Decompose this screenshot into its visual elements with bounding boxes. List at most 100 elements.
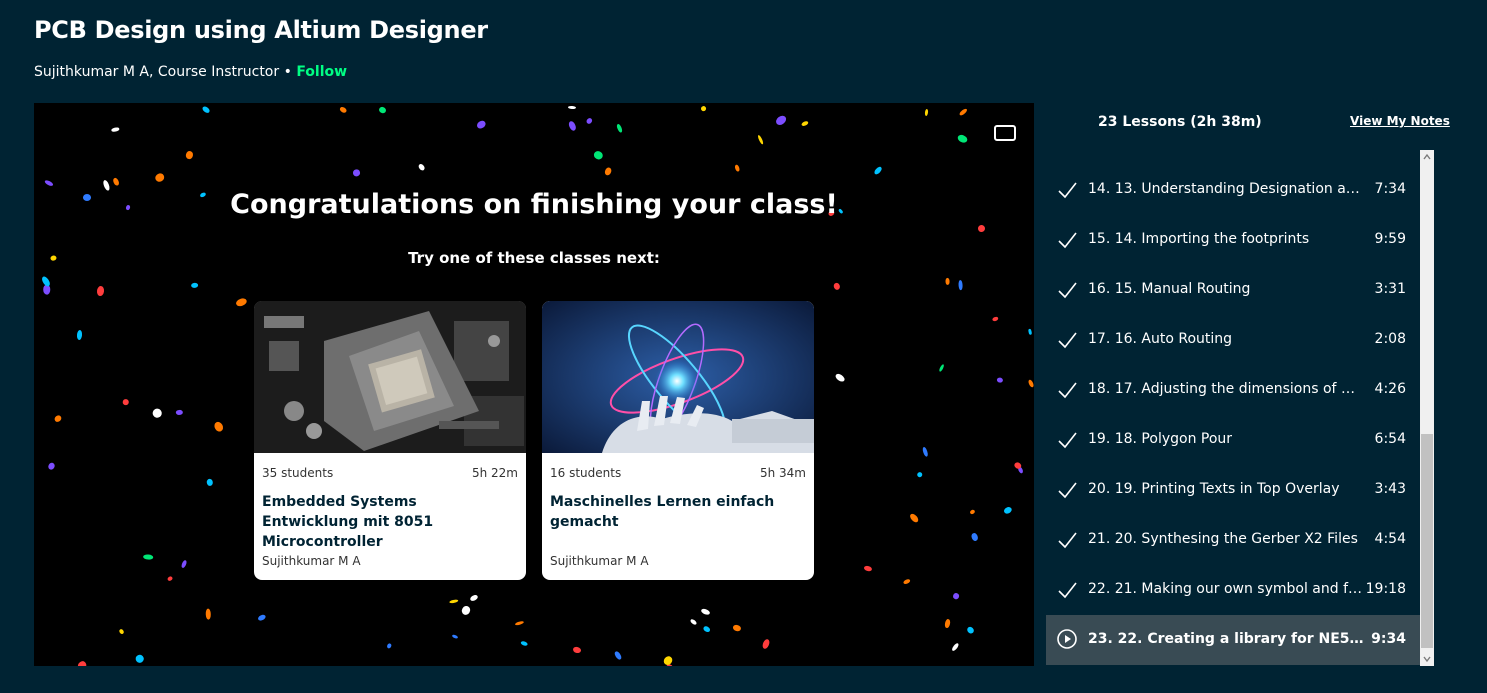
confetti-piece: [44, 179, 55, 188]
confetti-piece: [47, 461, 57, 471]
confetti-piece: [119, 628, 125, 635]
confetti-piece: [756, 134, 764, 146]
confetti-piece: [958, 107, 968, 117]
confetti-piece: [134, 653, 146, 665]
checkmark-icon: [1058, 282, 1077, 299]
play-circle-icon: [1057, 629, 1077, 649]
lesson-item[interactable]: 16. 15. Manual Routing 3:31: [1046, 265, 1420, 315]
follow-button[interactable]: Follow: [296, 64, 347, 80]
lesson-item-current[interactable]: 23. 22. Creating a library for NE555 Tim…: [1046, 615, 1420, 665]
confetti-piece: [801, 120, 810, 127]
confetti-piece: [213, 420, 225, 434]
confetti-piece: [969, 509, 976, 516]
lesson-item[interactable]: 18. 17. Adjusting the dimensions of Hole…: [1046, 365, 1420, 415]
congrats-heading: Congratulations on finishing your class!: [230, 189, 838, 220]
confetti-piece: [734, 163, 741, 172]
lesson-duration: 6:54: [1374, 431, 1406, 447]
class-duration: 5h 34m: [759, 466, 806, 480]
confetti-piece: [970, 532, 979, 542]
confetti-piece: [53, 414, 63, 423]
lesson-scrollbar[interactable]: [1420, 150, 1434, 666]
confetti-piece: [235, 297, 248, 308]
confetti-piece: [951, 592, 960, 601]
lesson-duration: 2:08: [1374, 331, 1406, 347]
lesson-duration: 7:34: [1374, 181, 1406, 197]
confetti-piece: [958, 279, 963, 290]
scroll-down-arrow-icon[interactable]: [1420, 652, 1434, 666]
lesson-duration: 9:59: [1374, 231, 1406, 247]
confetti-piece: [863, 565, 872, 573]
confetti-piece: [773, 113, 788, 127]
confetti-piece: [943, 618, 951, 629]
checkmark-icon: [1058, 432, 1077, 449]
class-duration: 5h 22m: [471, 466, 518, 480]
lesson-duration: 4:54: [1374, 531, 1406, 547]
confetti-piece: [950, 642, 960, 653]
cpu-motherboard-thumbnail: [254, 301, 526, 453]
confetti-piece: [731, 624, 741, 632]
confetti-piece: [167, 575, 174, 582]
lesson-title: 23. 22. Creating a library for NE555 Tim…: [1088, 631, 1364, 647]
lesson-item[interactable]: 21. 20. Synthesing the Gerber X2 Files 4…: [1046, 515, 1420, 565]
confetti-piece: [991, 316, 999, 323]
confetti-piece: [977, 224, 986, 233]
course-title: PCB Design using Altium Designer: [34, 16, 488, 44]
scroll-up-arrow-icon[interactable]: [1420, 150, 1434, 164]
confetti-piece: [832, 282, 841, 291]
confetti-piece: [257, 613, 267, 622]
confetti-piece: [95, 286, 104, 297]
checkmark-icon: [1058, 382, 1077, 399]
card-author[interactable]: Sujithkumar M A: [550, 554, 649, 568]
confetti-piece: [944, 278, 950, 285]
card-title[interactable]: Maschinelles Lernen einfach gemacht: [550, 492, 804, 532]
confetti-piece: [1028, 379, 1034, 389]
expand-icon[interactable]: [994, 125, 1016, 141]
lesson-duration: 19:18: [1365, 581, 1406, 597]
confetti-piece: [143, 554, 154, 560]
lessons-heading: 23 Lessons (2h 38m): [1098, 114, 1262, 130]
lesson-item[interactable]: 20. 19. Printing Texts in Top Overlay 3:…: [1046, 465, 1420, 515]
recommended-class-card[interactable]: 16 students 5h 34m Maschinelles Lernen e…: [542, 301, 814, 580]
confetti-piece: [205, 608, 211, 620]
lesson-duration: 3:31: [1374, 281, 1406, 297]
student-count: 35 students: [262, 466, 334, 480]
confetti-piece: [469, 593, 479, 602]
card-title[interactable]: Embedded Systems Entwicklung mit 8051 Mi…: [262, 492, 516, 552]
lesson-title: 14. 13. Understanding Designation and Co…: [1088, 181, 1364, 197]
confetti-piece: [921, 446, 929, 458]
lesson-duration: 9:34: [1371, 631, 1406, 647]
confetti-piece: [965, 625, 975, 635]
lesson-item[interactable]: 22. 21. Making our own symbol and footpr…: [1046, 565, 1420, 615]
confetti-piece: [449, 598, 460, 604]
confetti-piece: [702, 625, 711, 634]
confetti-piece: [111, 177, 120, 187]
confetti-piece: [956, 133, 969, 145]
confetti-piece: [903, 578, 911, 585]
lesson-item[interactable]: 19. 18. Polygon Pour 6:54: [1046, 415, 1420, 465]
lesson-title: 17. 16. Auto Routing: [1088, 331, 1233, 347]
lesson-item[interactable]: 14. 13. Understanding Designation and Co…: [1046, 165, 1420, 215]
confetti-piece: [699, 105, 707, 113]
confetti-piece: [689, 618, 698, 626]
confetti-piece: [834, 372, 847, 384]
checkmark-icon: [1058, 182, 1077, 199]
confetti-piece: [75, 659, 88, 666]
card-author[interactable]: Sujithkumar M A: [262, 554, 361, 568]
confetti-piece: [475, 118, 488, 130]
lesson-item[interactable]: 15. 14. Importing the footprints 9:59: [1046, 215, 1420, 265]
confetti-piece: [916, 471, 924, 478]
confetti-piece: [700, 607, 711, 616]
video-player[interactable]: Congratulations on finishing your class!…: [34, 103, 1034, 666]
checkmark-icon: [1058, 582, 1077, 599]
view-notes-link[interactable]: View My Notes: [1350, 114, 1450, 128]
confetti-piece: [592, 149, 604, 162]
lesson-duration: 4:26: [1374, 381, 1406, 397]
confetti-piece: [110, 127, 120, 133]
lesson-item[interactable]: 17. 16. Auto Routing 2:08: [1046, 315, 1420, 365]
instructor-name[interactable]: Sujithkumar M A, Course Instructor: [34, 64, 279, 80]
lesson-title: 22. 21. Making our own symbol and footpr…: [1088, 581, 1364, 597]
confetti-piece: [352, 168, 361, 177]
lesson-title: 19. 18. Polygon Pour: [1088, 431, 1233, 447]
recommended-class-card[interactable]: 35 students 5h 22m Embedded Systems Entw…: [254, 301, 526, 580]
scroll-thumb[interactable]: [1421, 434, 1433, 648]
